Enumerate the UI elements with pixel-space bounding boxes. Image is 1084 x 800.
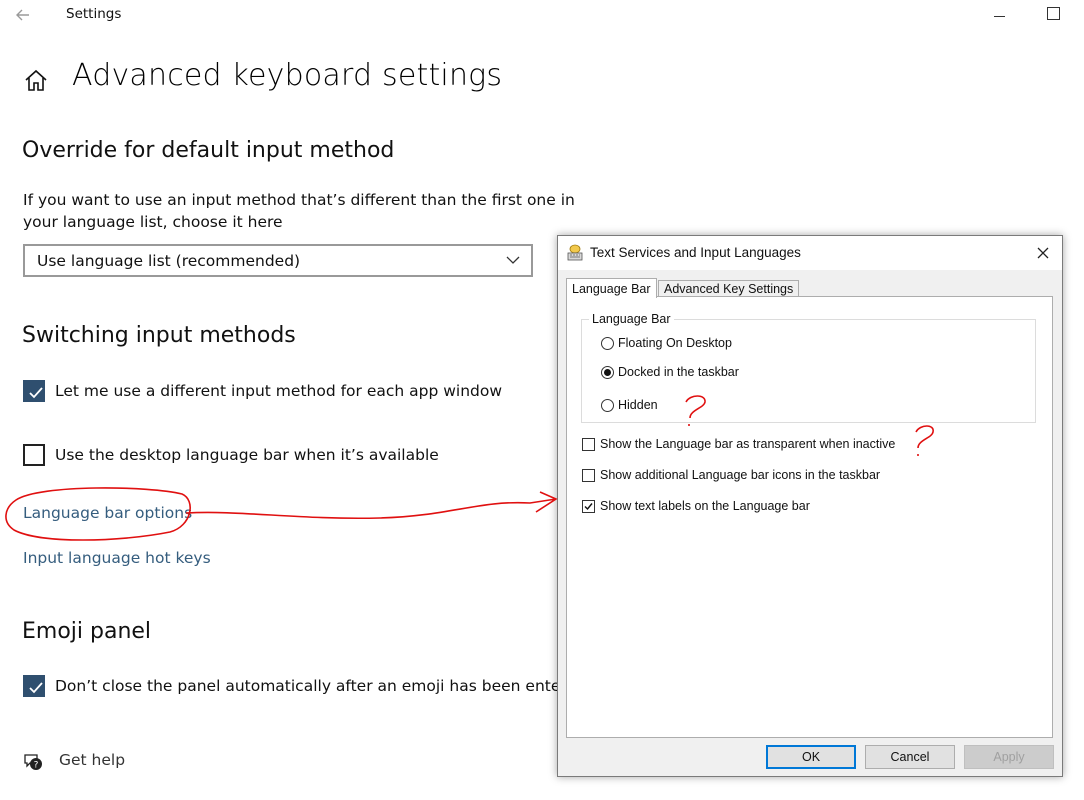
annotation-arrow	[185, 491, 558, 520]
close-icon[interactable]	[1032, 242, 1054, 264]
radio-hidden[interactable]	[601, 399, 614, 412]
page-title: Advanced keyboard settings	[72, 58, 503, 93]
language-bar-panel: Language Bar Floating On Desktop Docked …	[566, 296, 1053, 738]
additional-icons-label: Show additional Language bar icons in th…	[600, 468, 881, 482]
override-description-line1: If you want to use an input method that’…	[23, 191, 575, 209]
emoji-panel-label: Don’t close the panel automatically afte…	[55, 677, 586, 695]
transparent-when-inactive-label: Show the Language bar as transparent whe…	[600, 437, 896, 451]
additional-icons-checkbox[interactable]	[582, 469, 595, 482]
emoji-heading: Emoji panel	[22, 619, 152, 644]
language-bar-options-link[interactable]: Language bar options	[23, 504, 192, 522]
apply-button[interactable]: Apply	[964, 745, 1054, 769]
text-labels-checkbox[interactable]	[582, 500, 595, 513]
tab-language-bar[interactable]: Language Bar	[566, 278, 657, 298]
ok-button[interactable]: OK	[766, 745, 856, 769]
switching-heading: Switching input methods	[22, 323, 296, 348]
override-description-line2: your language list, choose it here	[23, 213, 283, 231]
emoji-panel-checkbox[interactable]	[23, 675, 45, 697]
radio-docked-in-taskbar[interactable]	[601, 366, 614, 379]
keyboard-globe-icon	[566, 244, 584, 262]
dialog-title: Text Services and Input Languages	[590, 245, 801, 260]
override-heading: Override for default input method	[22, 138, 395, 163]
dialog-titlebar[interactable]: Text Services and Input Languages	[558, 236, 1062, 270]
transparent-when-inactive-checkbox[interactable]	[582, 438, 595, 451]
per-app-input-checkbox[interactable]	[23, 380, 45, 402]
cancel-button[interactable]: Cancel	[865, 745, 955, 769]
chevron-down-icon	[505, 252, 521, 268]
radio-floating-label: Floating On Desktop	[618, 336, 732, 350]
desktop-language-bar-checkbox[interactable]	[23, 444, 45, 466]
desktop-language-bar-label: Use the desktop language bar when it’s a…	[55, 446, 439, 464]
per-app-input-label: Let me use a different input method for …	[55, 382, 503, 400]
radio-docked-label: Docked in the taskbar	[618, 365, 739, 379]
minimize-button[interactable]	[990, 6, 1010, 26]
help-chat-icon[interactable]: ?	[22, 751, 44, 773]
app-title: Settings	[66, 6, 122, 22]
groupbox-label: Language Bar	[589, 312, 674, 326]
text-services-dialog: Text Services and Input Languages Langua…	[557, 235, 1063, 777]
radio-hidden-label: Hidden	[618, 398, 658, 412]
maximize-button[interactable]	[1047, 7, 1060, 20]
input-language-hot-keys-link[interactable]: Input language hot keys	[23, 549, 211, 567]
dropdown-value: Use language list (recommended)	[37, 252, 301, 270]
get-help-link[interactable]: Get help	[59, 751, 125, 769]
input-method-dropdown[interactable]: Use language list (recommended)	[23, 244, 533, 277]
home-icon[interactable]	[22, 66, 50, 94]
text-labels-label: Show text labels on the Language bar	[600, 499, 810, 513]
radio-floating-on-desktop[interactable]	[601, 337, 614, 350]
svg-text:?: ?	[34, 761, 39, 771]
tab-advanced-key-settings[interactable]: Advanced Key Settings	[658, 280, 800, 297]
back-arrow-icon[interactable]	[12, 4, 34, 26]
